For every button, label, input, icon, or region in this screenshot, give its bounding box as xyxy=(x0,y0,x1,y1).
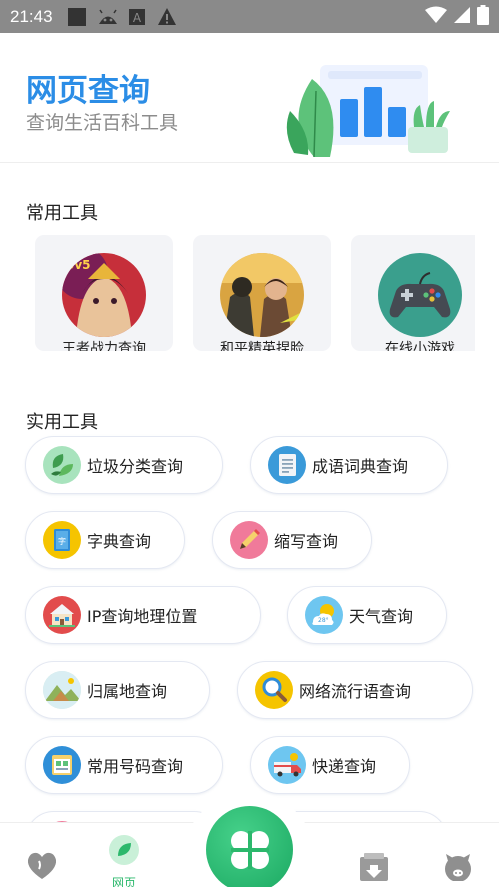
tool-dictionary[interactable]: 字 字典查询 xyxy=(25,511,185,569)
tool-attribution[interactable]: 归属地查询 xyxy=(25,661,210,719)
wifi-icon xyxy=(425,6,447,28)
clover-icon[interactable] xyxy=(206,806,293,887)
warning-icon xyxy=(157,7,177,27)
tool-label: 快递查询 xyxy=(312,757,377,776)
header: 网页查询 查询生活百科工具 xyxy=(0,33,499,163)
svg-text:字: 字 xyxy=(58,536,66,546)
download-box-icon[interactable] xyxy=(358,853,390,885)
tool-label: 成语词典查询 xyxy=(312,457,409,476)
section-title-common: 常用工具 xyxy=(26,203,98,224)
section-title-useful: 实用工具 xyxy=(26,412,98,433)
house-icon xyxy=(43,596,81,634)
tool-label: IP查询地理位置 xyxy=(87,607,198,626)
status-bar: 21:43 A xyxy=(0,0,499,33)
header-illustration xyxy=(284,61,454,161)
android-icon xyxy=(97,7,117,27)
tool-ip-location[interactable]: IP查询地理位置 xyxy=(25,586,261,644)
game-hero-avatar: 5v5 xyxy=(62,253,146,337)
book-icon: 字 xyxy=(43,521,81,559)
svg-text:5v5: 5v5 xyxy=(66,258,91,272)
leaf-icon[interactable] xyxy=(108,834,140,870)
tool-label: 字典查询 xyxy=(87,532,152,551)
game-soldier-avatar xyxy=(220,253,304,337)
page-title: 网页查询 xyxy=(26,73,150,109)
leaves-icon xyxy=(43,446,81,484)
svg-text:28°: 28° xyxy=(318,617,329,624)
document-icon xyxy=(268,446,306,484)
common-tool-label: 王者战力查询 xyxy=(62,341,146,351)
tool-label: 天气查询 xyxy=(349,607,414,626)
truck-icon xyxy=(268,746,306,784)
tool-garbage-classification[interactable]: 垃圾分类查询 xyxy=(25,436,223,494)
common-tools-carousel[interactable]: 5v5 王者战力查询 和平精英捏脸 在线小游戏 xyxy=(0,233,475,351)
tool-common-numbers[interactable]: 常用号码查询 xyxy=(25,736,223,794)
common-tool-card[interactable]: 在线小游戏 xyxy=(351,235,475,351)
weather-icon: 28° xyxy=(305,596,343,634)
tool-label: 归属地查询 xyxy=(87,682,168,701)
pencil-icon xyxy=(230,521,268,559)
tool-abbreviation[interactable]: 缩写查询 xyxy=(212,511,372,569)
page-subtitle: 查询生活百科工具 xyxy=(26,112,179,134)
tool-label: 缩写查询 xyxy=(274,532,339,551)
tool-idiom-dictionary[interactable]: 成语词典查询 xyxy=(250,436,448,494)
svg-text:A: A xyxy=(132,11,141,25)
square-icon xyxy=(67,7,87,27)
tool-label: 常用号码查询 xyxy=(87,757,184,776)
status-time: 21:43 xyxy=(10,6,53,26)
tool-internet-slang[interactable]: 网络流行语查询 xyxy=(237,661,473,719)
battery-icon xyxy=(477,4,489,29)
a-box-icon: A xyxy=(127,7,147,27)
gamepad-icon xyxy=(378,253,462,337)
phone-book-icon xyxy=(43,746,81,784)
tool-label: 网络流行语查询 xyxy=(299,682,412,701)
signal-icon xyxy=(453,6,471,28)
magnifier-icon xyxy=(255,671,293,709)
common-tool-card[interactable]: 和平精英捏脸 xyxy=(193,235,331,351)
pig-icon[interactable] xyxy=(443,853,473,885)
mountain-icon xyxy=(43,671,81,709)
common-tool-card[interactable]: 5v5 王者战力查询 xyxy=(35,235,173,351)
tool-label: 垃圾分类查询 xyxy=(87,457,184,476)
heart-icon[interactable] xyxy=(25,851,59,885)
common-tool-label: 和平精英捏脸 xyxy=(220,341,304,351)
tool-weather[interactable]: 28° 天气查询 xyxy=(287,586,447,644)
nav-active-label: 网页 xyxy=(111,876,136,887)
tool-express[interactable]: 快递查询 xyxy=(250,736,410,794)
common-tool-label: 在线小游戏 xyxy=(385,341,455,351)
